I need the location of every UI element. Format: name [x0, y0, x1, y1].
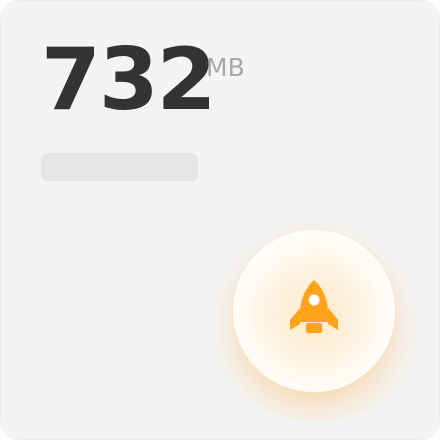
rocket-icon [290, 280, 338, 333]
memory-unit: MB [206, 53, 245, 82]
memory-widget-card: 732 MB [0, 0, 440, 440]
placeholder-bar [41, 153, 198, 181]
memory-value: 732 [41, 30, 217, 130]
boost-button[interactable] [233, 230, 395, 392]
